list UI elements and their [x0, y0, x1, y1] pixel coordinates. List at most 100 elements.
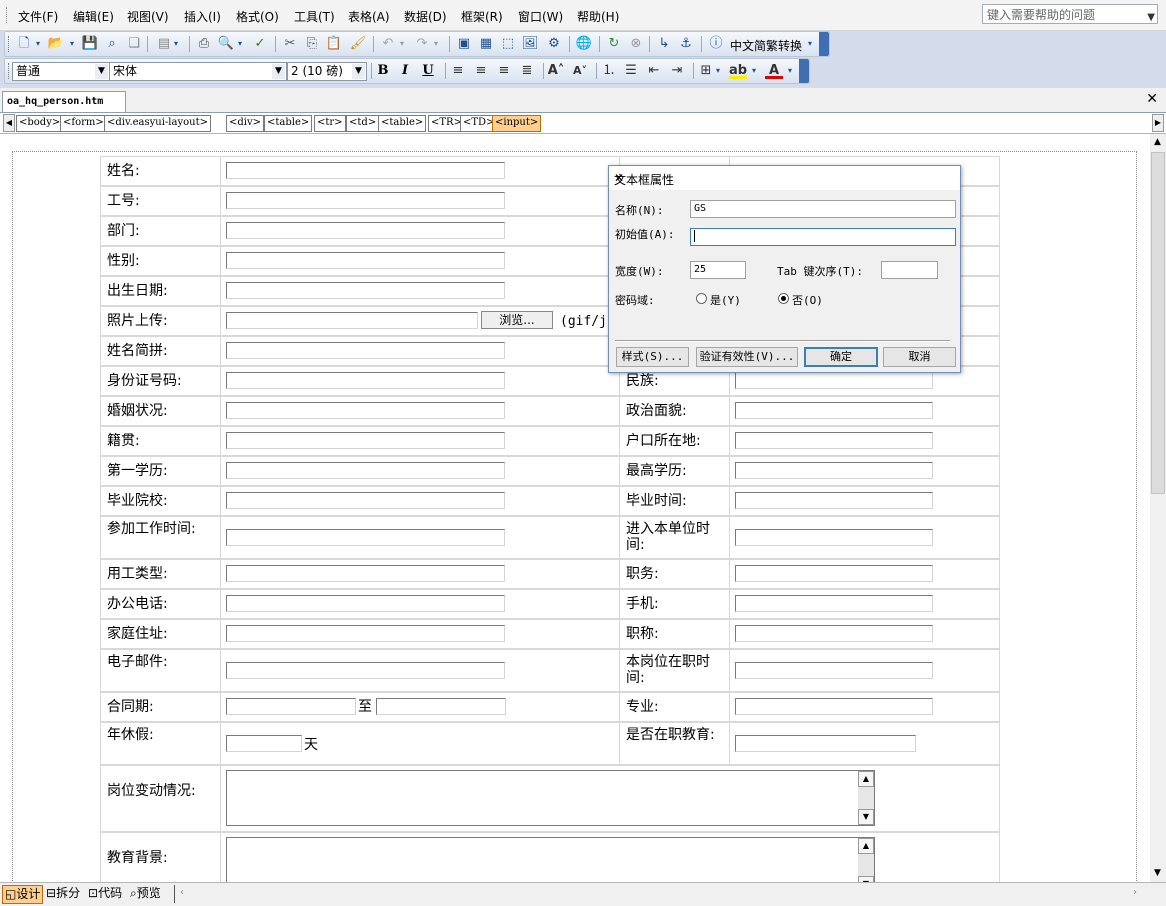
underline-button[interactable]: U	[419, 62, 437, 80]
tag-table-inner[interactable]: <table>	[378, 115, 427, 132]
initial-value-field[interactable]	[690, 228, 956, 246]
horizontal-scrollbar[interactable]: ‹ ›	[178, 886, 1146, 902]
highlight-icon[interactable]: ab	[729, 62, 747, 79]
document-tab[interactable]: oa_hq_person.htm	[2, 91, 127, 112]
chevron-down-icon[interactable]: ▼	[95, 64, 108, 79]
menu-tools[interactable]: 工具(T)	[294, 8, 335, 25]
textarea-scrollbar[interactable]: ▲▼	[858, 771, 874, 825]
ok-button[interactable]: 确定	[804, 347, 878, 367]
new-document-icon[interactable]: 🗋	[15, 35, 33, 53]
redo-icon[interactable]: ↷	[413, 35, 431, 53]
form-text-input[interactable]	[735, 662, 933, 679]
open-folder-icon[interactable]: 📂	[47, 35, 65, 53]
save-icon[interactable]: 💾	[81, 35, 99, 53]
numbered-list-icon[interactable]: ⒈	[600, 62, 618, 80]
form-text-input[interactable]	[226, 282, 505, 299]
tag-div-easyui-layout[interactable]: <div.easyui-layout>	[104, 115, 211, 132]
tab-split[interactable]: ⊟拆分	[44, 885, 82, 902]
form-text-input[interactable]	[735, 625, 933, 642]
form-text-input[interactable]	[226, 565, 505, 582]
italic-button[interactable]: I	[396, 62, 414, 80]
form-text-input[interactable]	[226, 529, 505, 546]
form-text-input[interactable]	[226, 192, 505, 209]
insert-web-component-icon[interactable]: ▣	[455, 35, 473, 53]
password-yes-label[interactable]: 是(Y)	[710, 292, 741, 308]
form-text-input[interactable]	[735, 372, 933, 389]
close-icon[interactable]: ✕	[614, 171, 951, 185]
paste-icon[interactable]: 📋	[325, 35, 343, 53]
cancel-button[interactable]: 取消	[883, 347, 956, 367]
chevron-down-icon[interactable]: ▾	[785, 62, 795, 80]
chevron-left-icon[interactable]: ‹	[180, 887, 184, 898]
align-right-icon[interactable]: ≡	[495, 62, 513, 80]
vertical-scrollbar[interactable]: ▲ ▼	[1150, 134, 1166, 882]
cut-icon[interactable]: ✂	[281, 35, 299, 53]
chevron-down-icon[interactable]: ▾	[171, 35, 181, 53]
chevron-down-icon[interactable]: ▼	[272, 64, 285, 79]
chevron-down-icon[interactable]: ▾	[67, 35, 77, 53]
form-text-input[interactable]	[735, 595, 933, 612]
form-text-input[interactable]	[226, 662, 505, 679]
stop-icon[interactable]: ⊗	[627, 35, 645, 53]
chevron-down-icon[interactable]: ▾	[397, 35, 407, 53]
print-preview-icon[interactable]: 🔍	[217, 35, 235, 53]
menu-window[interactable]: 窗口(W)	[518, 8, 563, 25]
decrease-font-icon[interactable]: A˅	[571, 62, 589, 80]
form-text-input[interactable]	[226, 462, 505, 479]
form-text-input[interactable]	[735, 565, 933, 582]
name-field[interactable]: GS	[690, 200, 956, 218]
chevron-down-icon[interactable]: ▾	[713, 62, 723, 80]
browse-button[interactable]: 浏览...	[481, 311, 553, 329]
menu-table[interactable]: 表格(A)	[348, 8, 390, 25]
validate-button[interactable]: 验证有效性(V)...	[696, 347, 798, 367]
form-text-input[interactable]	[735, 698, 933, 715]
photo-file-input[interactable]	[226, 312, 478, 329]
menu-insert[interactable]: 插入(I)	[184, 8, 221, 25]
scrollbar-thumb[interactable]	[1151, 152, 1165, 494]
font-select[interactable]: 宋体 ▼	[109, 62, 287, 81]
chevron-up-icon[interactable]: ▲	[858, 838, 874, 854]
form-text-input[interactable]	[226, 432, 505, 449]
align-left-icon[interactable]: ≡	[449, 62, 467, 80]
align-center-icon[interactable]: ≡	[472, 62, 490, 80]
close-icon[interactable]: ✕	[1146, 91, 1158, 107]
chevron-up-icon[interactable]: ▲	[1154, 137, 1161, 147]
tag-input[interactable]: <input>	[492, 115, 542, 132]
chevron-down-icon[interactable]: ▼	[858, 809, 874, 825]
refresh-icon[interactable]: ↻	[605, 35, 623, 53]
menu-grip[interactable]	[6, 7, 10, 23]
chevron-down-icon[interactable]: ▼	[352, 64, 365, 79]
form-text-input[interactable]	[226, 222, 505, 239]
tag-body[interactable]: <body>	[16, 115, 64, 132]
menu-view[interactable]: 视图(V)	[127, 8, 169, 25]
copy-pages-icon[interactable]: ❏	[125, 35, 143, 53]
insert-layer-icon[interactable]: ⬚	[499, 35, 517, 53]
chevron-down-icon[interactable]: ▾	[749, 62, 759, 80]
chevron-down-icon[interactable]: ▾	[33, 35, 43, 53]
tab-preview[interactable]: ⌕预览	[128, 885, 163, 902]
form-text-input[interactable]	[735, 735, 916, 752]
form-text-input[interactable]	[226, 252, 505, 269]
insert-table-icon[interactable]: ▦	[477, 35, 495, 53]
menu-help[interactable]: 帮助(H)	[577, 8, 619, 25]
form-text-input[interactable]	[735, 462, 933, 479]
menu-format[interactable]: 格式(O)	[236, 8, 279, 25]
form-text-input[interactable]	[226, 492, 505, 509]
chevron-left-icon[interactable]: ◀	[3, 114, 15, 132]
menu-file[interactable]: 文件(F)	[18, 8, 58, 25]
form-text-input[interactable]	[226, 342, 505, 359]
tag-tr[interactable]: <tr>	[314, 115, 346, 132]
password-no-radio[interactable]	[778, 293, 789, 304]
hyperlink-globe-icon[interactable]: 🌐	[575, 35, 593, 53]
format-painter-icon[interactable]: 🖌	[349, 35, 367, 53]
font-size-select[interactable]: 2 (10 磅) ▼	[287, 62, 367, 81]
toolbar-options-icon[interactable]	[819, 32, 829, 56]
menu-data[interactable]: 数据(D)	[404, 8, 447, 25]
bulleted-list-icon[interactable]: ☰	[622, 62, 640, 80]
tag-table[interactable]: <table>	[264, 115, 313, 132]
form-text-input[interactable]	[226, 162, 505, 179]
undo-icon[interactable]: ↶	[379, 35, 397, 53]
toolbar-options-icon[interactable]	[799, 59, 809, 83]
form-text-input[interactable]	[735, 529, 933, 546]
insert-interactive-button-icon[interactable]: ⚙	[545, 35, 563, 53]
